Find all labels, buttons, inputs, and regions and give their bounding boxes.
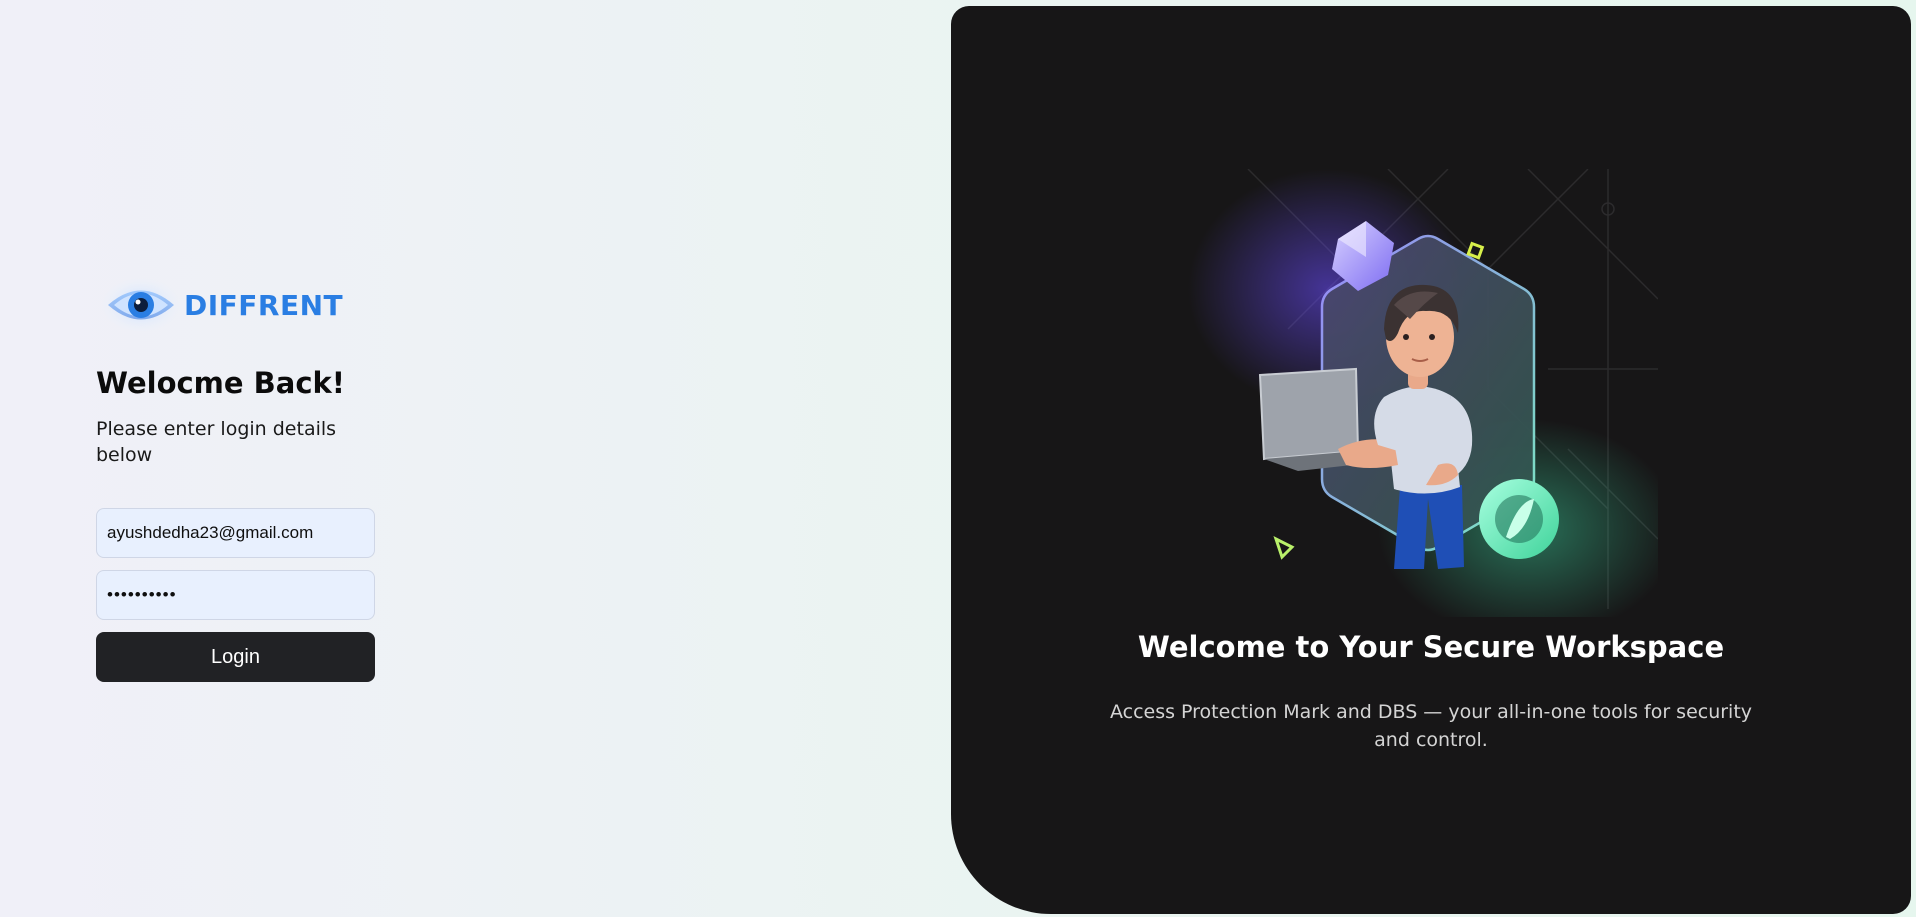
brand-name: DIFFRENT: [184, 288, 344, 322]
login-page: DIFFRENT Welocme Back! Please enter logi…: [0, 0, 1916, 917]
page-title: Welocme Back!: [96, 366, 346, 400]
email-field[interactable]: [96, 508, 375, 558]
login-form: DIFFRENT Welocme Back! Please enter logi…: [96, 272, 376, 682]
hero-title: Welcome to Your Secure Workspace: [1137, 630, 1725, 664]
login-button[interactable]: Login: [96, 632, 375, 682]
hero-description: Access Protection Mark and DBS — your al…: [1109, 701, 1753, 751]
password-field[interactable]: [96, 570, 375, 620]
eye-icon: [101, 277, 181, 333]
brand: DIFFRENT: [100, 272, 376, 338]
page-subtitle: Please enter login details below: [96, 418, 337, 466]
person-with-laptop-illustration: [1188, 169, 1658, 617]
hero-panel: Welcome to Your Secure Workspace Access …: [951, 6, 1911, 914]
